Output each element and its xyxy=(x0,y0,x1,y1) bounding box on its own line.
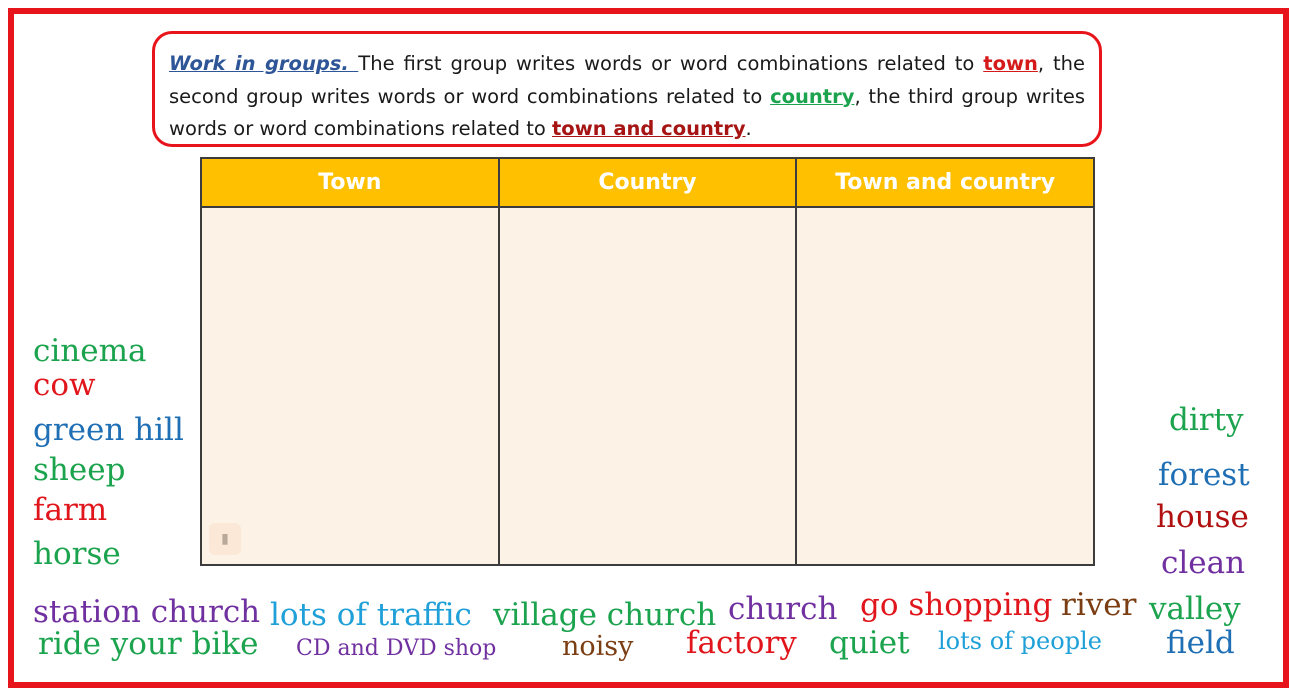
word-sheep[interactable]: sheep xyxy=(33,455,125,486)
word-field[interactable]: field xyxy=(1166,628,1235,659)
word-station-church[interactable]: station church xyxy=(33,597,260,628)
column-country: Country xyxy=(499,159,798,564)
word-cow[interactable]: cow xyxy=(33,370,96,401)
column-header-town: Town xyxy=(202,159,498,208)
column-body-town-and-country[interactable] xyxy=(797,208,1093,564)
column-body-town[interactable] xyxy=(202,208,498,564)
word-noisy[interactable]: noisy xyxy=(562,633,633,660)
word-farm[interactable]: farm xyxy=(33,495,107,526)
bookmark-icon[interactable]: ▮ xyxy=(209,523,241,555)
column-body-country[interactable] xyxy=(500,208,796,564)
column-header-town-and-country: Town and country xyxy=(797,159,1094,208)
word-factory[interactable]: factory xyxy=(686,628,797,659)
word-church[interactable]: church xyxy=(728,594,837,625)
word-lots-of-people[interactable]: lots of people xyxy=(938,629,1102,653)
instruction-town-and-country: town and country xyxy=(551,117,746,140)
word-forest[interactable]: forest xyxy=(1158,460,1250,491)
word-river[interactable]: river xyxy=(1061,590,1136,621)
word-green-hill[interactable]: green hill xyxy=(33,415,184,446)
column-header-country: Country xyxy=(499,159,796,208)
instruction-lead: Work in groups. xyxy=(169,52,359,75)
word-cinema[interactable]: cinema xyxy=(33,336,146,367)
sorting-table: Town Country Town and country xyxy=(200,157,1095,566)
word-house[interactable]: house xyxy=(1156,502,1249,533)
instruction-text-1: The first group writes words or word com… xyxy=(358,52,984,75)
instruction-box: Work in groups. The first group writes w… xyxy=(152,31,1102,147)
instruction-country: country xyxy=(770,84,855,108)
word-clean[interactable]: clean xyxy=(1161,548,1245,579)
word-horse[interactable]: horse xyxy=(33,539,121,570)
word-village-church[interactable]: village church xyxy=(493,600,716,631)
column-town: Town xyxy=(202,159,500,564)
word-valley[interactable]: valley xyxy=(1149,594,1241,625)
word-quiet[interactable]: quiet xyxy=(829,628,910,659)
word-dirty[interactable]: dirty xyxy=(1169,405,1244,436)
word-lots-of-traffic[interactable]: lots of traffic xyxy=(270,600,472,631)
instruction-town: town xyxy=(983,52,1038,75)
word-ride-your-bike[interactable]: ride your bike xyxy=(38,629,258,660)
column-town-and-country: Town and country xyxy=(797,159,1094,564)
instruction-text-4: . xyxy=(745,117,752,140)
word-go-shopping[interactable]: go shopping xyxy=(860,590,1052,621)
word-cd-and-dvd-shop[interactable]: CD and DVD shop xyxy=(296,638,496,660)
